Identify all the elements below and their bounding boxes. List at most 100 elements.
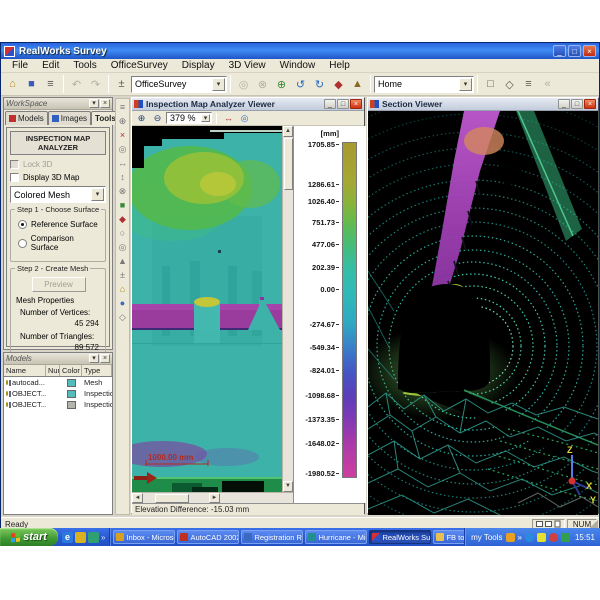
split-window-icon[interactable] <box>545 521 552 527</box>
overflow-chevron-icon[interactable]: » <box>101 533 105 542</box>
app-title-bar[interactable]: RealWorks Survey _ □ × <box>1 43 599 59</box>
tool-icon[interactable] <box>116 213 129 226</box>
tool-icon[interactable] <box>116 129 129 142</box>
visibility-bulb-icon[interactable] <box>6 380 8 385</box>
target-icon[interactable] <box>234 75 253 94</box>
lock-3d-checkbox[interactable] <box>10 160 19 169</box>
panel-close-icon[interactable]: × <box>100 99 110 108</box>
mesh-type-combo[interactable]: Colored Mesh ▾ <box>10 186 106 203</box>
scrollbar-thumb[interactable] <box>155 494 189 503</box>
table-row[interactable]: OBJECT... Inspectio... <box>4 388 112 399</box>
quick-launch-icon[interactable] <box>75 532 86 543</box>
display-3d-map-checkbox-row[interactable]: Display 3D Map <box>10 173 106 182</box>
delete-icon[interactable] <box>253 75 272 94</box>
inspection-viewer-title-bar[interactable]: Inspection Map Analyzer Viewer _ □ × <box>132 98 364 111</box>
menu-edit[interactable]: Edit <box>35 60 66 71</box>
print-icon[interactable] <box>41 75 60 94</box>
quick-launch-icon[interactable] <box>88 532 99 543</box>
minimize-button[interactable]: _ <box>553 45 566 57</box>
color-swatch[interactable] <box>67 401 76 409</box>
tools-icon[interactable] <box>112 75 131 94</box>
tray-icon[interactable] <box>525 533 534 542</box>
workspace-panel-header[interactable]: WorkSpace ▾ × <box>4 98 112 110</box>
single-window-icon[interactable] <box>536 521 543 527</box>
tile-window-icon[interactable] <box>555 520 561 527</box>
back-icon[interactable] <box>538 75 557 94</box>
scroll-right-icon[interactable]: ► <box>209 493 220 503</box>
visibility-bulb-icon[interactable] <box>6 402 8 407</box>
map-vertical-scrollbar[interactable]: ▲ ▼ <box>282 126 293 492</box>
start-button[interactable]: start <box>0 528 58 546</box>
scroll-up-icon[interactable]: ▲ <box>283 126 293 137</box>
zoom-out-icon[interactable] <box>150 112 165 125</box>
redo-icon[interactable] <box>86 75 105 94</box>
reference-surface-radio-row[interactable]: Reference Surface <box>18 220 101 229</box>
tray-icon[interactable] <box>537 533 546 542</box>
scroll-left-icon[interactable]: ◄ <box>132 493 143 503</box>
tray-icon[interactable] <box>561 533 570 542</box>
tool-icon[interactable] <box>116 143 129 156</box>
comparison-surface-radio-row[interactable]: Comparison Surface <box>18 234 101 252</box>
rotate-right-icon[interactable] <box>310 75 329 94</box>
lock-3d-checkbox-row[interactable]: Lock 3D <box>10 160 106 169</box>
maximize-button[interactable]: □ <box>568 45 581 57</box>
menu-officesurvey[interactable]: OfficeSurvey <box>104 60 175 71</box>
tool-icon[interactable] <box>116 227 129 240</box>
pan-icon[interactable] <box>221 112 236 125</box>
mesh-icon[interactable] <box>348 75 367 94</box>
window-tile-icon[interactable] <box>519 75 538 94</box>
section-3d-canvas[interactable]: Z X Y <box>368 111 598 515</box>
rotate-left-icon[interactable] <box>291 75 310 94</box>
menu-display[interactable]: Display <box>175 60 222 71</box>
task-fb-folder[interactable]: FB to FB <box>433 530 464 544</box>
models-panel-header[interactable]: Models ▾ × <box>4 353 112 365</box>
overflow-chevron-icon[interactable]: » <box>518 533 522 542</box>
preview-button[interactable]: Preview <box>32 277 86 292</box>
tab-images[interactable]: Images <box>48 111 91 125</box>
minimize-button[interactable]: _ <box>558 99 570 109</box>
reference-surface-radio[interactable] <box>18 220 27 229</box>
restore-button[interactable]: □ <box>571 99 583 109</box>
tool-icon[interactable] <box>116 171 129 184</box>
save-icon[interactable] <box>22 75 41 94</box>
tab-models[interactable]: Models <box>5 111 48 125</box>
tool-icon[interactable] <box>116 199 129 212</box>
my-tools-label[interactable]: my Tools <box>471 533 502 542</box>
table-row[interactable]: autocad... Mesh <box>4 377 112 388</box>
column-color[interactable]: Color <box>60 365 82 376</box>
menu-help[interactable]: Help <box>322 60 357 71</box>
column-type[interactable]: Type <box>82 365 112 376</box>
color-swatch[interactable] <box>67 379 76 387</box>
column-name[interactable]: Name <box>4 365 46 376</box>
menu-3dview[interactable]: 3D View <box>222 60 273 71</box>
window-single-icon[interactable] <box>481 75 500 94</box>
chevron-down-icon[interactable]: ▾ <box>459 78 472 91</box>
panel-collapse-icon[interactable]: ▾ <box>89 99 99 108</box>
zoom-in-icon[interactable] <box>134 112 149 125</box>
close-button[interactable]: × <box>583 45 596 57</box>
panel-collapse-icon[interactable]: ▾ <box>89 354 99 363</box>
display-3d-map-checkbox[interactable] <box>10 173 19 182</box>
chevron-down-icon[interactable]: ▾ <box>201 114 210 122</box>
tool-icon[interactable] <box>116 241 129 254</box>
scrollbar-thumb[interactable] <box>284 138 293 190</box>
menu-tools[interactable]: Tools <box>66 60 103 71</box>
tool-icon[interactable] <box>116 185 129 198</box>
close-button[interactable]: × <box>584 99 596 109</box>
undo-icon[interactable] <box>67 75 86 94</box>
panel-close-icon[interactable]: × <box>100 354 110 363</box>
tray-tool-icon[interactable] <box>506 533 515 542</box>
resize-grip[interactable] <box>590 520 598 528</box>
task-registration[interactable]: Registration Rep... <box>241 530 303 544</box>
tool-icon[interactable] <box>116 297 129 310</box>
table-row[interactable]: OBJECT... Inspectio... <box>4 399 112 410</box>
column-num[interactable]: Num... <box>46 365 60 376</box>
restore-button[interactable]: □ <box>337 99 349 109</box>
task-autocad[interactable]: AutoCAD 2002 <box>177 530 239 544</box>
internet-explorer-icon[interactable]: e <box>62 532 73 543</box>
task-hurricane[interactable]: Hurricane - Micro... <box>305 530 367 544</box>
tool-icon[interactable] <box>116 311 129 324</box>
tool-icon[interactable] <box>116 255 129 268</box>
close-button[interactable]: × <box>350 99 362 109</box>
tool-icon[interactable] <box>116 115 129 128</box>
